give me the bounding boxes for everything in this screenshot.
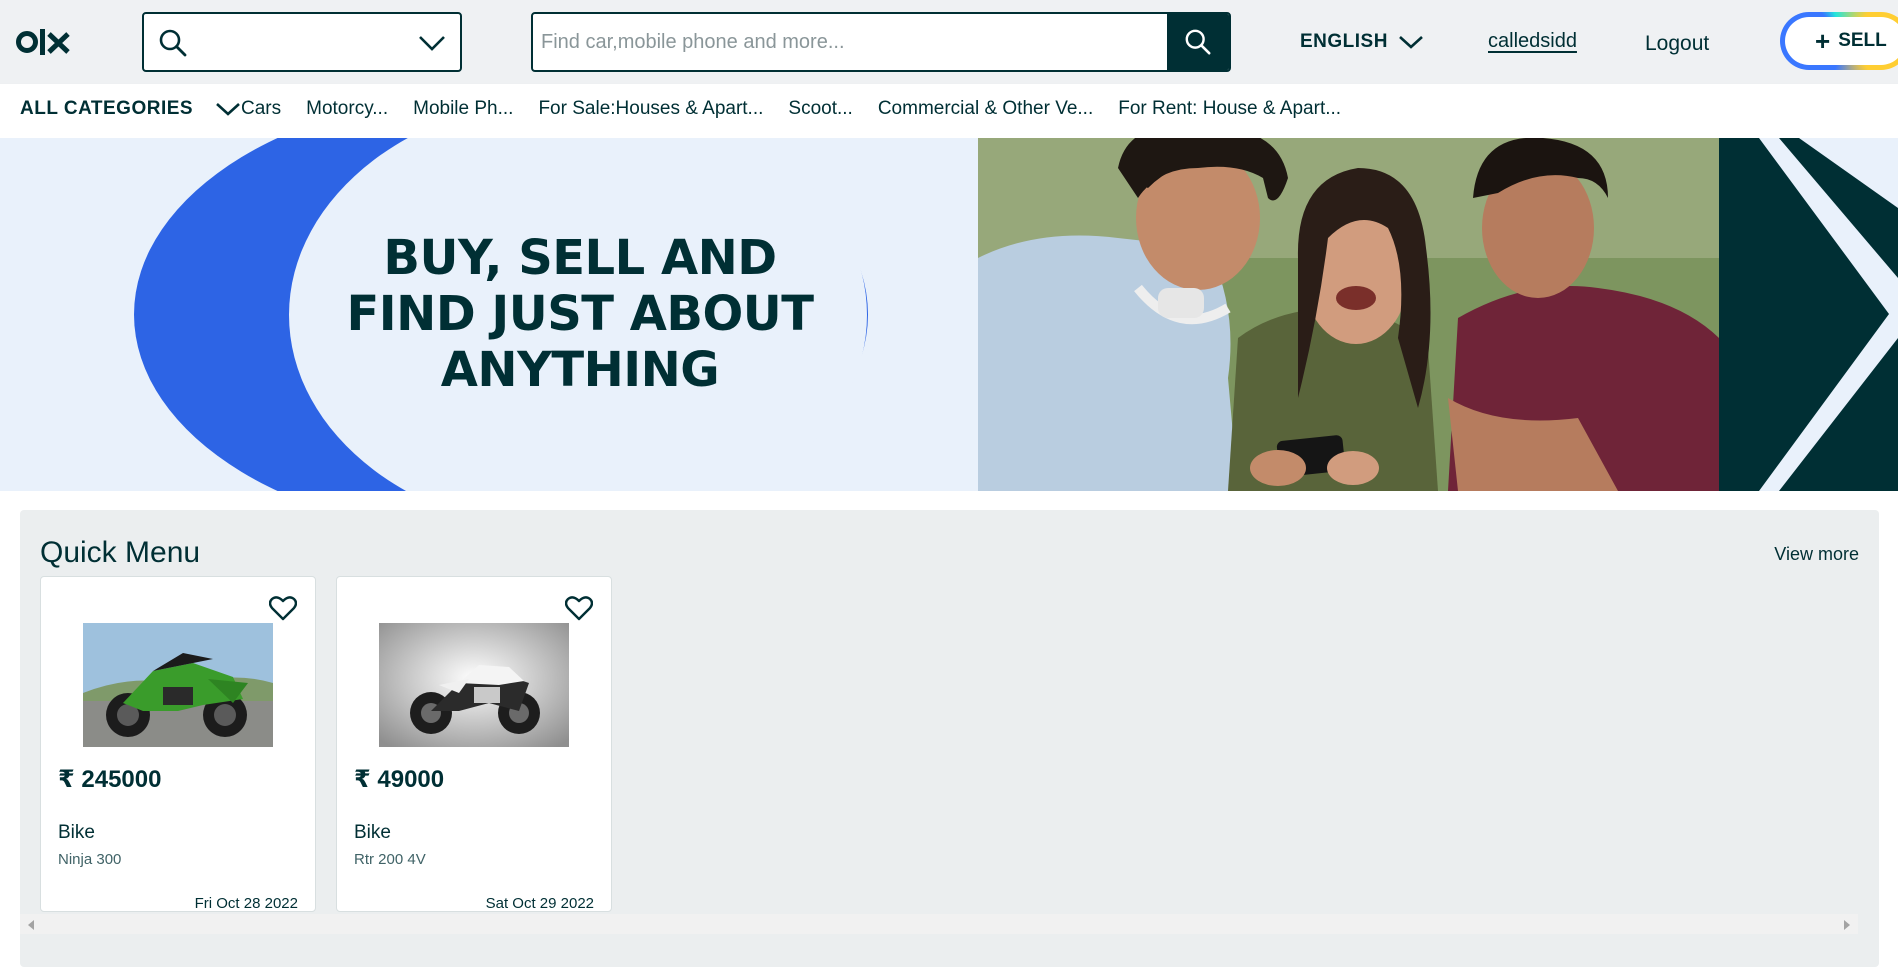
search-icon [1185, 29, 1211, 55]
green-sport-bike-image [83, 623, 273, 747]
username-link[interactable]: calledsidd [1488, 30, 1577, 53]
sell-label: SELL [1838, 30, 1887, 51]
product-category: Bike [58, 822, 95, 843]
tagline-line-2: FIND JUST ABOUT [346, 286, 815, 342]
hero-banner[interactable]: BUY, SELL AND FIND JUST ABOUT ANYTHING [0, 138, 1898, 491]
product-name: Rtr 200 4V [354, 851, 426, 868]
all-categories-dropdown[interactable]: ALL CATEGORIES [20, 98, 241, 120]
location-selector[interactable] [142, 12, 462, 72]
banner-arrow-panel [1719, 138, 1898, 491]
banner-tagline: BUY, SELL AND FIND JUST ABOUT ANYTHING [300, 230, 860, 398]
search-input[interactable] [533, 14, 1169, 70]
chevron-down-icon [1399, 36, 1423, 49]
scroll-left-arrow[interactable] [28, 920, 34, 930]
quick-menu-section: Quick Menu View more ₹ 245000 Bike Ninja… [20, 510, 1879, 967]
category-link-commercial-vehicles[interactable]: Commercial & Other Ve... [878, 98, 1093, 120]
chevron-down-icon [419, 36, 445, 51]
language-label: ENGLISH [1300, 31, 1388, 52]
product-card[interactable]: ₹ 245000 Bike Ninja 300 Fri Oct 28 2022 [40, 576, 316, 912]
language-selector[interactable]: ENGLISH [1300, 28, 1424, 56]
white-street-bike-image [379, 623, 569, 747]
top-header: ENGLISH calledsidd Logout + SELL [0, 0, 1898, 84]
product-date: Sat Oct 29 2022 [485, 895, 594, 912]
tagline-line-1: BUY, SELL AND [383, 230, 777, 286]
product-category: Bike [354, 822, 391, 843]
product-price: ₹ 49000 [354, 766, 445, 793]
search-icon [159, 29, 187, 57]
category-link-houses-for-sale[interactable]: For Sale:Houses & Apart... [538, 98, 763, 120]
category-bar: ALL CATEGORIES Cars Motorcy... Mobile Ph… [0, 84, 1898, 138]
product-date: Fri Oct 28 2022 [194, 895, 298, 912]
scroll-right-arrow[interactable] [1844, 920, 1850, 930]
heart-icon[interactable] [269, 595, 297, 621]
category-link-cars[interactable]: Cars [241, 98, 281, 120]
heart-icon[interactable] [565, 595, 593, 621]
banner-photo-friends-with-phone [978, 138, 1719, 491]
category-link-houses-for-rent[interactable]: For Rent: House & Apart... [1118, 98, 1341, 120]
logout-button[interactable]: Logout [1645, 32, 1709, 56]
sell-button[interactable]: + SELL [1780, 12, 1898, 70]
search-button[interactable] [1167, 14, 1229, 70]
chevron-down-icon [216, 103, 240, 116]
category-link-motorcycles[interactable]: Motorcy... [306, 98, 388, 120]
category-link-mobile-phones[interactable]: Mobile Ph... [413, 98, 513, 120]
category-link-scooters[interactable]: Scoot... [788, 98, 852, 120]
product-price: ₹ 245000 [58, 766, 162, 793]
product-name: Ninja 300 [58, 851, 122, 868]
search-bar [531, 12, 1231, 72]
tagline-line-3: ANYTHING [440, 342, 720, 398]
category-links: Cars Motorcy... Mobile Ph... For Sale:Ho… [241, 98, 1366, 120]
all-categories-label: ALL CATEGORIES [20, 98, 194, 119]
view-more-link[interactable]: View more [1774, 544, 1859, 565]
product-card[interactable]: ₹ 49000 Bike Rtr 200 4V Sat Oct 29 2022 [336, 576, 612, 912]
quick-menu-title: Quick Menu [40, 536, 201, 569]
plus-icon: + [1815, 26, 1831, 56]
olx-logo[interactable] [16, 26, 72, 58]
horizontal-scrollbar[interactable] [20, 914, 1858, 934]
